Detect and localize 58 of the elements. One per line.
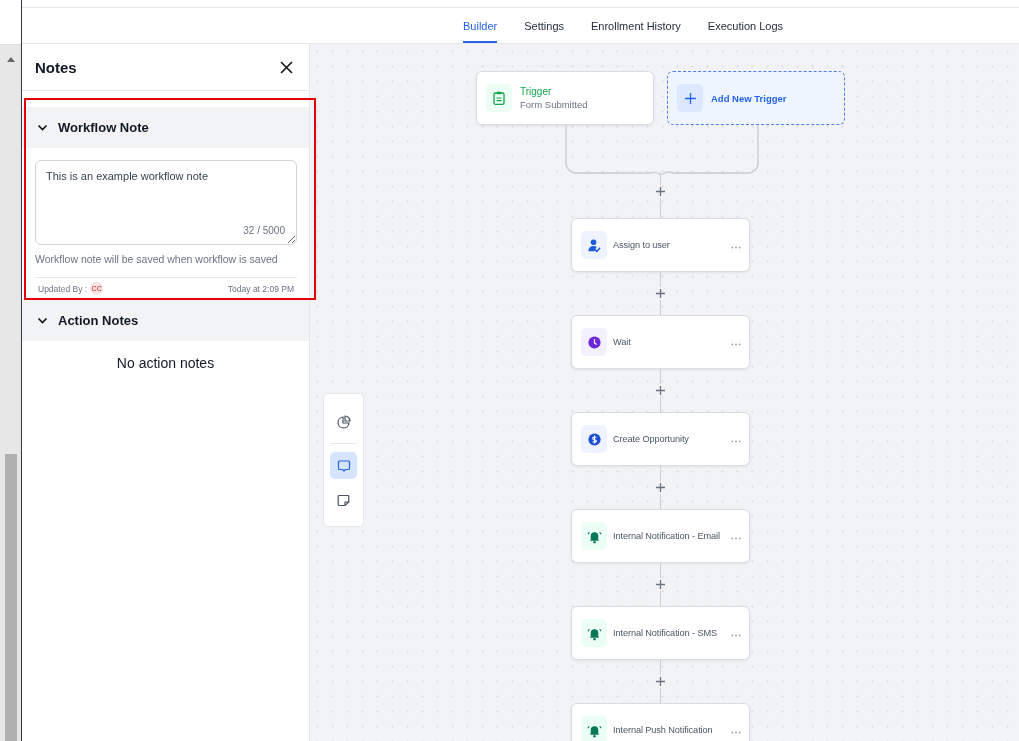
action-card[interactable]: Wait: [571, 315, 750, 369]
connector-line: [659, 369, 662, 384]
sticky-note-icon: [337, 494, 350, 507]
close-button[interactable]: [278, 58, 295, 76]
scrollbar-thumb[interactable]: [5, 454, 17, 741]
action-card[interactable]: Assign to user: [571, 218, 750, 272]
character-counter: 32 / 5000: [243, 225, 285, 236]
clock-icon: [586, 334, 602, 350]
empty-message: No action notes: [115, 355, 216, 371]
action-card[interactable]: Create Opportunity: [571, 412, 750, 466]
tab[interactable]: Settings: [524, 8, 564, 43]
panel-title: Notes: [35, 58, 77, 76]
updated-by-label: Updated By :: [38, 283, 88, 294]
plus-icon: [684, 92, 696, 104]
connector-line: [659, 466, 662, 481]
connector-line: [659, 272, 662, 287]
tab[interactable]: Execution Logs: [707, 8, 784, 43]
connector-line: [659, 563, 662, 578]
chevron-icon: [37, 122, 48, 133]
clipboard-icon: [493, 91, 505, 105]
hint-text: Workflow note will be saved when workflow is saved: [35, 253, 279, 265]
user-check-icon: [586, 237, 602, 253]
action-label: Create Opportunity: [613, 433, 690, 445]
add-step-button[interactable]: [656, 185, 665, 199]
comment-icon: [336, 458, 351, 473]
action-card[interactable]: Internal Notification - SMS: [571, 606, 750, 660]
add-step-button[interactable]: [656, 481, 665, 494]
action-label: Internal Push Notification: [613, 724, 714, 736]
connector-line: [659, 300, 662, 315]
action-label: Internal Notification - SMS: [613, 627, 719, 639]
connector-line: [659, 688, 662, 703]
add-step-button[interactable]: [656, 287, 665, 300]
add-step-button[interactable]: [656, 675, 665, 688]
add-step-button[interactable]: [656, 384, 665, 397]
connector-line: [659, 591, 662, 606]
scroll-up-icon[interactable]: [6, 57, 15, 62]
trigger-title: Trigger: [520, 86, 553, 97]
chevron-icon: [37, 315, 48, 326]
dollar-icon: [586, 431, 602, 447]
section-header[interactable]: Workflow Note: [22, 107, 309, 148]
add-step-button[interactable]: [656, 578, 665, 591]
section-header[interactable]: Action Notes: [22, 300, 309, 341]
action-card[interactable]: Internal Push Notification: [571, 703, 750, 741]
connector-line: [659, 660, 662, 675]
connector-line: [659, 494, 662, 509]
updated-time: Today at 2:09 PM: [227, 283, 294, 294]
trigger-subtitle: Form Submitted: [520, 99, 588, 110]
trigger-card[interactable]: Trigger Form Submitted: [476, 71, 654, 125]
action-label: Internal Notification - Email: [613, 530, 721, 542]
connector-line: [659, 198, 662, 218]
add-trigger-button[interactable]: Add New Trigger: [667, 71, 845, 125]
action-label: Assign to user: [613, 239, 671, 251]
toolbar-button[interactable]: [330, 452, 357, 479]
pie-chart-icon: [336, 414, 351, 429]
connector-line: [659, 397, 662, 412]
action-card[interactable]: Internal Notification - Email: [571, 509, 750, 563]
action-label: Wait: [613, 336, 632, 348]
tab[interactable]: Enrollment History: [591, 8, 681, 43]
